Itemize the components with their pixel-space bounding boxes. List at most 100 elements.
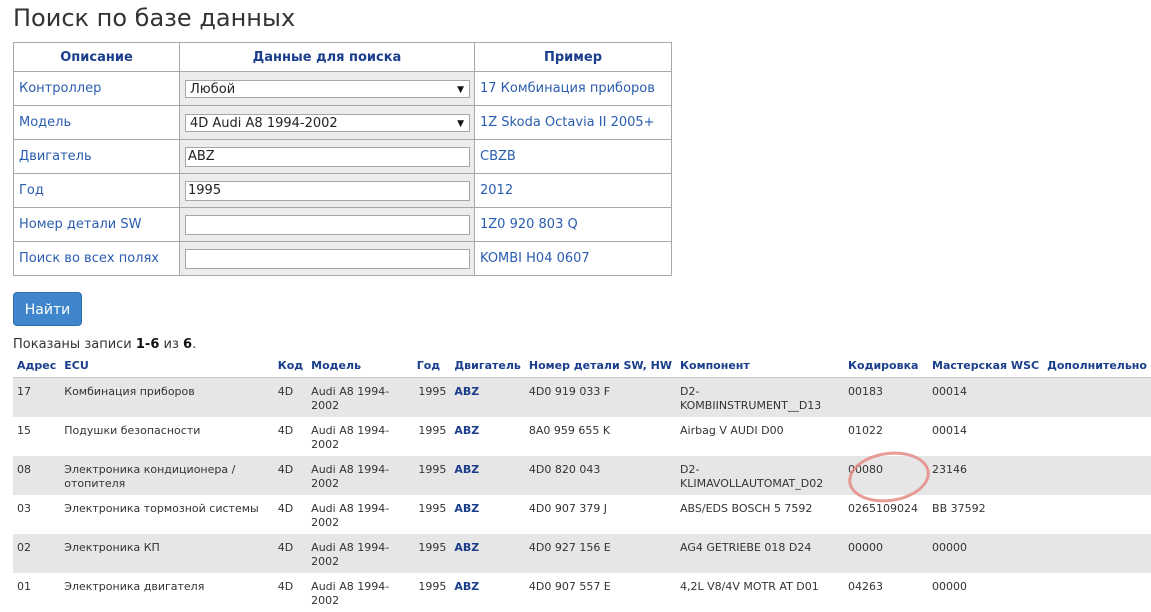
cell-code: 4D <box>273 377 308 417</box>
cell-code: 4D <box>273 455 308 495</box>
form-label-engine[interactable]: Двигатель <box>13 139 180 174</box>
cell-engine[interactable]: ABZ <box>450 495 524 534</box>
controller-select-value: Любой <box>190 81 236 97</box>
cell-workshop-wsc: 00000 <box>928 533 1044 573</box>
summary-suffix: . <box>192 337 197 352</box>
part-number-input[interactable] <box>185 214 470 235</box>
cell-engine[interactable]: ABZ <box>450 573 524 612</box>
cell-workshop-wsc: BB 37592 <box>932 501 986 515</box>
cell-model: Audi A8 1994-2002 <box>307 533 413 573</box>
example-search-all[interactable]: KOMBI H04 0607 <box>474 241 672 276</box>
cell-code: 4D <box>277 501 294 515</box>
col-ecu[interactable]: ECU <box>60 353 274 378</box>
col-address[interactable]: Адрес <box>13 353 61 378</box>
table-row[interactable]: 03 Электроника тормозной системы 4D Audi A8… <box>13 495 1151 534</box>
example-model[interactable]: 1Z Skoda Octavia II 2005+ <box>474 105 672 140</box>
cell-engine[interactable]: ABZ <box>450 455 525 495</box>
col-workshop-wsc[interactable]: Мастерская WSC <box>928 353 1044 378</box>
cell-engine[interactable]: ABZ <box>450 417 524 456</box>
cell-additional <box>1043 495 1151 534</box>
model-select-value: 4D Audi A8 1994-2002 <box>190 115 338 131</box>
results-summary: Показаны записи 1-6 из 6. <box>13 337 196 352</box>
cell-address: 01 <box>17 579 31 593</box>
cell-ecu: Электроника двигателя <box>64 579 205 593</box>
cell-year: 1995 <box>418 423 447 437</box>
cell-year: 1995 <box>412 377 451 417</box>
cell-code: 4D <box>277 579 294 593</box>
col-year[interactable]: Год <box>412 353 451 378</box>
page-title: Поиск по базе данных <box>13 4 296 32</box>
cell-address: 08 <box>13 455 61 495</box>
cell-code: 4D <box>273 533 308 573</box>
cell-workshop-wsc: 00014 <box>932 423 968 437</box>
table-row[interactable]: 02 Электроника КП 4D Audi A8 1994-2002 1995 A… <box>13 533 1151 573</box>
cell-engine[interactable]: ABZ <box>450 533 525 573</box>
example-year[interactable]: 2012 <box>474 173 672 208</box>
cell-ecu: Электроника тормозной системы <box>64 501 259 515</box>
table-row[interactable]: 15 Подушки безопасности 4D Audi A8 1994-200… <box>13 417 1151 456</box>
cell-model: Audi A8 1994-2002 <box>311 579 390 607</box>
cell-part-number: 4D0 919 033 F <box>524 377 677 417</box>
example-engine[interactable]: CBZB <box>474 139 672 174</box>
cell-ecu: Электроника кондиционера / отопителя <box>60 455 274 495</box>
chevron-down-icon: ▼ <box>457 84 464 95</box>
form-label-search-all[interactable]: Поиск во всех полях <box>13 241 180 276</box>
cell-component: D2-KLIMAVOLLAUTOMAT_D02 <box>676 455 845 495</box>
col-engine[interactable]: Двигатель <box>450 353 525 378</box>
form-label-part-number[interactable]: Номер детали SW <box>13 207 180 242</box>
results-table: Адрес ECU Код Модель Год Двигатель Номер… <box>13 353 1151 612</box>
cell-coding: 00183 <box>844 377 929 417</box>
cell-additional <box>1043 573 1151 612</box>
summary-range: 1-6 <box>135 337 160 352</box>
cell-model: Audi A8 1994-2002 <box>307 377 413 417</box>
table-row[interactable]: 08 Электроника кондиционера / отопителя 4D… <box>13 455 1151 495</box>
example-controller[interactable]: 17 Комбинация приборов <box>474 71 672 106</box>
cell-engine[interactable]: ABZ <box>450 377 525 417</box>
engine-input[interactable]: ABZ <box>185 146 470 167</box>
form-label-year[interactable]: Год <box>13 173 180 208</box>
cell-additional <box>1043 377 1151 417</box>
cell-coding: 00000 <box>844 533 929 573</box>
col-coding[interactable]: Кодировка <box>844 353 929 378</box>
table-row[interactable]: 17 Комбинация приборов 4D Audi A8 1994-2002… <box>13 377 1151 417</box>
cell-component: D2-KOMBIINSTRUMENT__D13 <box>676 377 845 417</box>
cell-year: 1995 <box>418 501 447 515</box>
cell-component: 4,2L V8/4V MOTR AT D01 <box>680 579 819 593</box>
col-component[interactable]: Компонент <box>676 353 845 378</box>
model-select[interactable]: 4D Audi A8 1994-2002 ▼ <box>185 113 470 132</box>
cell-additional <box>1043 417 1151 456</box>
col-part-number[interactable]: Номер детали SW, HW <box>524 353 677 378</box>
cell-model: Audi A8 1994-2002 <box>311 423 390 451</box>
controller-select[interactable]: Любой ▼ <box>185 79 470 98</box>
summary-middle: из <box>159 337 184 352</box>
col-additional[interactable]: Дополнительно <box>1043 353 1151 378</box>
col-code[interactable]: Код <box>273 353 308 378</box>
chevron-down-icon: ▼ <box>457 118 464 129</box>
form-header-description: Описание <box>13 42 180 72</box>
form-header-search-data: Данные для поиска <box>179 42 475 72</box>
search-all-input[interactable] <box>185 248 470 269</box>
cell-workshop-wsc: 00014 <box>928 377 1044 417</box>
cell-ecu: Электроника КП <box>60 533 274 573</box>
cell-address: 15 <box>17 423 31 437</box>
example-part-number[interactable]: 1Z0 920 803 Q <box>474 207 672 242</box>
cell-component: Airbag V AUDI D00 <box>680 423 784 437</box>
find-button[interactable]: Найти <box>13 292 82 326</box>
cell-part-number: 4D0 820 043 <box>524 455 677 495</box>
cell-part-number: 4D0 927 156 E <box>524 533 677 573</box>
cell-address: 02 <box>13 533 61 573</box>
year-input[interactable]: 1995 <box>185 180 470 201</box>
form-label-controller[interactable]: Контроллер <box>13 71 180 106</box>
cell-ecu: Подушки безопасности <box>64 423 201 437</box>
cell-code: 4D <box>277 423 294 437</box>
cell-ecu: Комбинация приборов <box>60 377 274 417</box>
cell-additional <box>1043 533 1151 573</box>
cell-coding: 01022 <box>848 423 884 437</box>
table-row[interactable]: 01 Электроника двигателя 4D Audi A8 1994-20… <box>13 573 1151 612</box>
form-header-example: Пример <box>474 42 672 72</box>
search-form-table: Описание Данные для поиска Пример Контро… <box>13 42 672 276</box>
col-model[interactable]: Модель <box>307 353 413 378</box>
form-label-model[interactable]: Модель <box>13 105 180 140</box>
cell-coding: 04263 <box>848 579 884 593</box>
summary-total: 6 <box>183 337 193 352</box>
